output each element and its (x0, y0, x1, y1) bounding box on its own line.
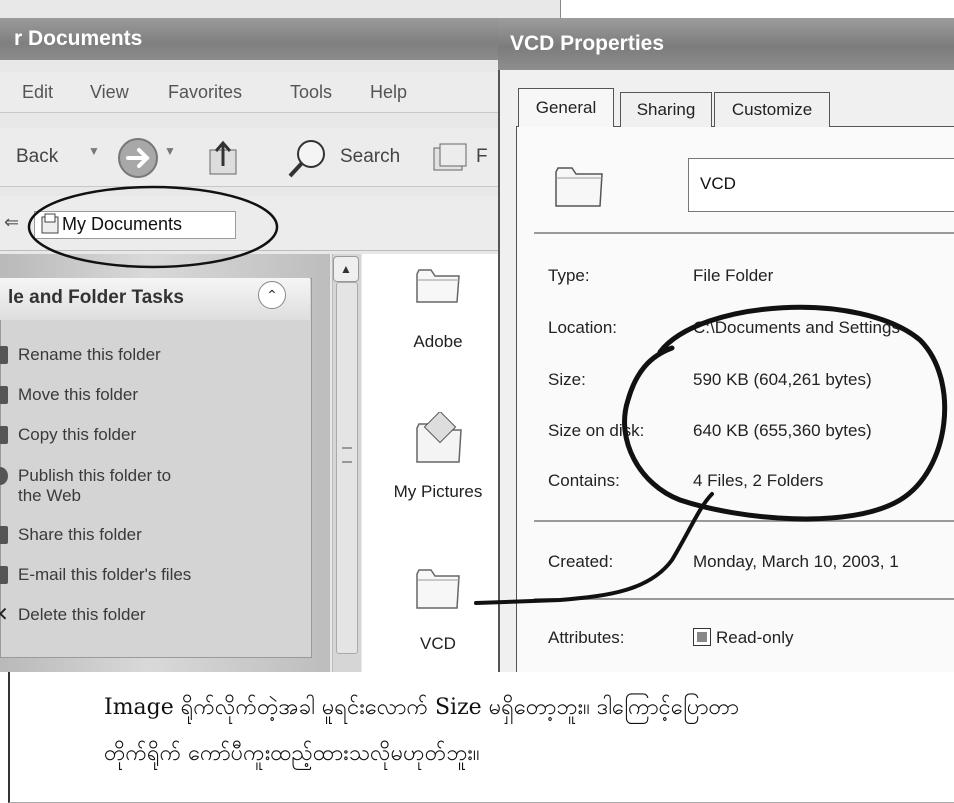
address-label-fragment-icon: ⇐ (4, 212, 20, 232)
folder-icon (416, 569, 460, 609)
read-only-label: Read-only (716, 628, 794, 647)
menu-view[interactable]: View (90, 82, 129, 103)
forward-arrow-icon[interactable] (116, 136, 160, 180)
read-only-checkbox[interactable] (693, 628, 711, 646)
share-icon (0, 526, 8, 544)
folder-icon (416, 269, 460, 303)
tab-general[interactable]: General (518, 88, 614, 127)
tab-customize[interactable]: Customize (714, 92, 830, 127)
size-label: Size: (548, 370, 586, 389)
collapse-chevron-icon[interactable]: ⌃ (258, 281, 286, 309)
back-button-label[interactable]: Back (16, 146, 58, 168)
file-item-my-pictures[interactable]: My Pictures (373, 412, 503, 502)
type-value: File Folder (693, 266, 774, 285)
address-value: My Documents (62, 214, 183, 234)
location-value: C:\Documents and Settings (693, 318, 900, 337)
file-item-vcd[interactable]: VCD (373, 562, 503, 654)
divider (534, 598, 954, 600)
forward-dropdown-icon[interactable]: ▼ (164, 144, 176, 158)
my-documents-icon (41, 213, 59, 234)
size-on-disk-label: Size on disk: (548, 421, 645, 440)
scrollbar-grip-icon (342, 447, 352, 463)
search-icon[interactable] (284, 136, 330, 182)
menu-bar: Edit View Favorites Tools Help (0, 72, 560, 113)
toolbar: Back ▼ ▼ Search F (0, 128, 560, 187)
folders-button-label[interactable]: F (476, 146, 488, 168)
pictures-folder-icon (416, 412, 462, 463)
search-button-label[interactable]: Search (340, 146, 400, 168)
properties-title-bar: VCD Properties (498, 18, 954, 70)
attributes-label: Attributes: (548, 628, 625, 647)
created-label: Created: (548, 552, 614, 571)
explorer-title-bar: r Documents (0, 18, 560, 60)
contains-label: Contains: (548, 471, 620, 490)
move-icon (0, 386, 8, 404)
type-label: Type: (548, 266, 590, 285)
delete-x-icon: ✕ (0, 604, 9, 626)
back-dropdown-icon[interactable]: ▼ (88, 144, 100, 158)
copy-icon (0, 426, 8, 444)
created-value: Monday, March 10, 2003, 1 (693, 552, 899, 571)
rename-icon (0, 346, 8, 364)
menu-favorites[interactable]: Favorites (168, 82, 242, 103)
contains-value: 4 Files, 2 Folders (693, 471, 824, 490)
up-folder-icon[interactable] (204, 136, 244, 180)
divider (534, 520, 954, 522)
email-icon (0, 566, 8, 584)
folder-icon (555, 167, 603, 207)
menu-help[interactable]: Help (370, 82, 407, 103)
size-on-disk-value: 640 KB (655,360 bytes) (693, 421, 872, 440)
folder-name-value: VCD (700, 174, 736, 193)
tab-sharing[interactable]: Sharing (620, 92, 712, 127)
size-value: 590 KB (604,261 bytes) (693, 370, 872, 389)
folders-icon[interactable] (430, 140, 470, 176)
file-item-adobe[interactable]: Adobe (373, 262, 503, 352)
task-panel-title: le and Folder Tasks (8, 287, 184, 308)
location-label: Location: (548, 318, 617, 337)
menu-tools[interactable]: Tools (290, 82, 332, 103)
caption-line-2: တိုက်ရိုက် ကော်ပီကူးထည့်ထားသလိုမဟုတ်ဘူး။ (104, 741, 480, 766)
caption-line-1: Image ရိုက်လိုက်တဲ့အခါ မူရင်းလောက် Size … (104, 695, 739, 720)
scrollbar-thumb[interactable] (336, 282, 358, 654)
menu-edit[interactable]: Edit (22, 82, 53, 103)
divider (534, 232, 954, 234)
scroll-up-icon[interactable]: ▲ (333, 256, 359, 282)
